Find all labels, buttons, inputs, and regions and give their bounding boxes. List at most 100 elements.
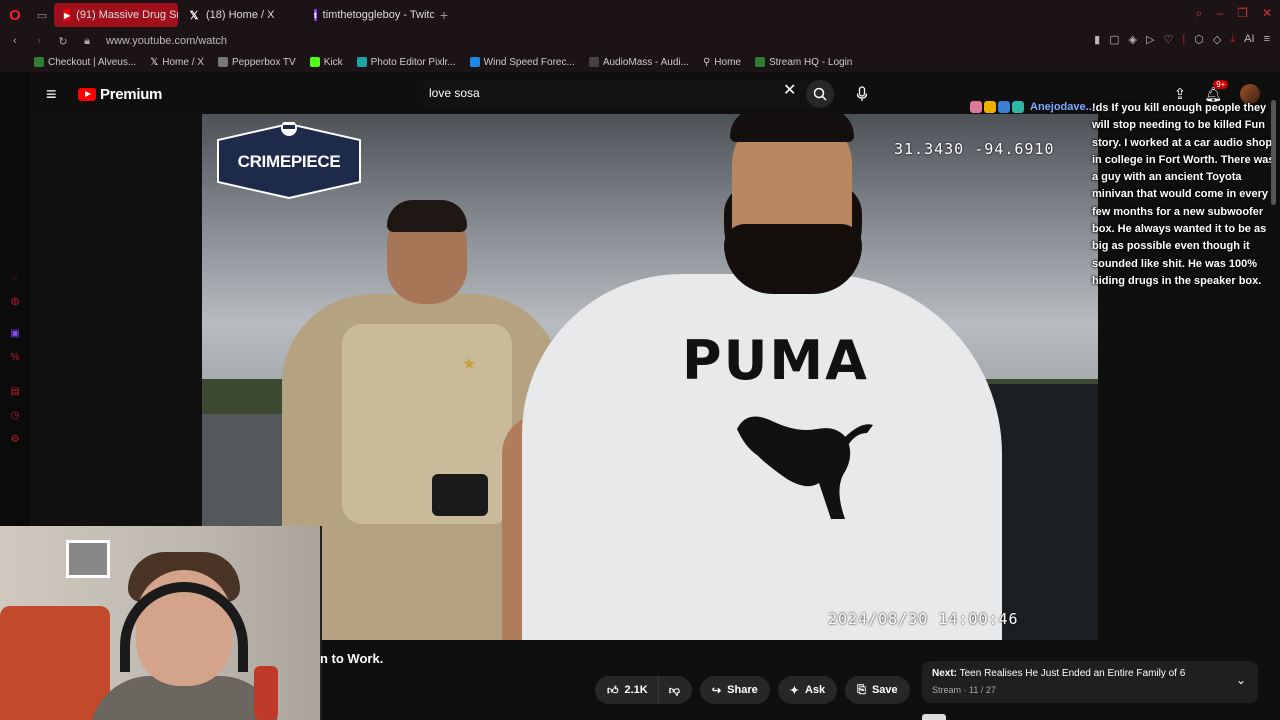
bookmark-favicon-icon (588, 57, 599, 67)
bookmark-label: Stream HQ - Login (768, 56, 853, 68)
bookmark-item[interactable]: Checkout | Alveus... (34, 57, 136, 68)
page-scrollbar[interactable] (1271, 100, 1276, 205)
like-button[interactable]: 👍︎ 2.1K (595, 676, 658, 704)
video-left-padding (30, 114, 202, 526)
bodycam-timestamp: 2024/08/30 14:00:46 (828, 610, 1019, 628)
tab-workspaces-icon[interactable]: ▭ (30, 0, 54, 30)
sidebar-social-icon[interactable]: ◍ (9, 296, 21, 308)
bodycam-coordinates: 31.3430 -94.6910 (894, 140, 1055, 158)
bookmark-label: Pepperbox TV (231, 56, 296, 68)
bookmark-item[interactable]: Stream HQ - Login (754, 56, 853, 68)
chat-username: Anejodave... (1030, 101, 1095, 113)
ai-button[interactable]: AI (1244, 33, 1254, 46)
save-button[interactable]: ⎘ Save (845, 676, 910, 704)
sidebar-settings-icon[interactable]: ⚙ (9, 434, 21, 446)
opera-logo-icon[interactable]: O (0, 0, 30, 30)
sidebar-twitch-icon[interactable]: ▣ (9, 328, 21, 340)
dislike-button[interactable]: 👎︎ (657, 676, 692, 704)
search-icon (813, 87, 827, 101)
bookmark-label: Home / X (162, 56, 204, 68)
bookmark-favicon-icon (469, 57, 480, 67)
bookmark-item[interactable]: 𝕏 Home / X (150, 57, 204, 68)
tab-x[interactable]: 𝕏 (18) Home / X (178, 3, 304, 27)
voice-search-button[interactable] (850, 80, 874, 108)
next-video-card[interactable]: Next: Teen Realises He Just Ended an Ent… (922, 661, 1258, 703)
share-button[interactable]: ↪ Share (699, 676, 770, 704)
bookmark-item[interactable]: Kick (309, 56, 343, 68)
search-button[interactable] (806, 80, 834, 108)
download-icon[interactable]: ⤓ (1230, 33, 1235, 46)
tab-youtube[interactable]: ▶ (91) Massive Drug Smuggl (54, 3, 178, 27)
bookmark-item[interactable]: Pepperbox TV (217, 56, 296, 68)
url-field[interactable]: www.youtube.com/watch (106, 35, 227, 47)
close-window-button[interactable]: ✕ (1262, 6, 1272, 21)
search-input[interactable] (429, 86, 769, 100)
share-label: Share (727, 684, 758, 696)
search-box (416, 80, 836, 108)
thumbs-down-icon: 👎︎ (668, 684, 680, 697)
search-clear-icon[interactable]: ✕ (783, 83, 796, 99)
emote-icon (984, 101, 996, 113)
new-tab-button[interactable]: + (440, 7, 448, 23)
channel-badge-text: CRIMEPIECE (237, 152, 341, 171)
bottom-chip (922, 714, 946, 720)
video-man: PUMA (502, 114, 1002, 640)
bookmark-favicon-icon (754, 57, 765, 67)
bookmark-icon[interactable]: ▮ (1094, 33, 1100, 46)
chevron-down-icon[interactable]: ⌄ (1236, 673, 1246, 687)
shield-icon[interactable]: ◈ (1129, 33, 1137, 46)
back-button[interactable]: ‹ (6, 35, 24, 47)
video-player[interactable]: ★ PUMA CRIMEPIECE 31.3430 -94.6910 2024/… (202, 114, 1098, 640)
tab-label: (18) Home / X (206, 9, 275, 21)
youtube-logo[interactable]: Premium (78, 86, 162, 103)
extensions-icon[interactable]: ⬡ (1194, 33, 1204, 46)
minimize-button[interactable]: – (1216, 6, 1223, 21)
bookmark-item[interactable]: Photo Editor Pixlr... (356, 56, 456, 68)
bookmark-label: Home (714, 56, 741, 68)
guide-menu-icon[interactable]: ≡ (46, 84, 62, 104)
thumbs-up-icon: 👍︎ (607, 684, 619, 697)
emote-icon (998, 101, 1010, 113)
sidebar-notes-icon[interactable]: ▤ (9, 386, 21, 398)
video-actions: 👍︎ 2.1K 👎︎ ↪ Share ✦ Ask ⎘ Save ••• (595, 676, 946, 704)
play-icon[interactable]: ▷ (1146, 33, 1154, 46)
video-title: n to Work. (320, 651, 384, 666)
bookmark-favicon-icon (217, 57, 228, 67)
menu-icon[interactable]: ≡ (1264, 33, 1270, 46)
bookmark-label: Kick (323, 56, 343, 68)
maximize-button[interactable]: ❐ (1237, 6, 1248, 21)
address-bar: ‹ › ↻ 🔒︎ www.youtube.com/watch ▮ ▢ ◈ ▷ ♡… (0, 30, 1280, 52)
bookmark-label: Photo Editor Pixlr... (370, 56, 456, 68)
bookmark-item[interactable]: Wind Speed Forec... (469, 57, 575, 68)
emote-icon (1012, 101, 1024, 113)
snapshot-icon[interactable]: ▢ (1109, 33, 1119, 46)
tab-label: (91) Massive Drug Smuggl (76, 9, 178, 21)
x-favicon-icon: 𝕏 (189, 9, 199, 22)
bookmark-label: Checkout | Alveus... (48, 56, 137, 68)
bookmark-item[interactable]: AudioMass - Audi... (588, 56, 689, 68)
heart-icon[interactable]: ♡ (1163, 33, 1173, 46)
sidebar-aria-icon[interactable]: ◌ (9, 272, 21, 284)
next-title-row: Next: Teen Realises He Just Ended an Ent… (932, 668, 1185, 679)
wall-frame (66, 540, 110, 578)
address-bar-tools: ▮ ▢ ◈ ▷ ♡ | ⬡ ◇ ⤓ AI ≡ (1094, 33, 1270, 46)
ask-button[interactable]: ✦ Ask (777, 676, 838, 704)
tab-twitch[interactable]: t timthetoggleboy - Twitch (304, 3, 434, 27)
sidebar-player-icon[interactable]: % (9, 352, 21, 364)
youtube-logo-text: Premium (100, 86, 163, 103)
youtube-play-icon (78, 88, 96, 101)
forward-button[interactable]: › (30, 35, 48, 47)
sparkle-icon: ✦ (789, 684, 799, 697)
sidebar-history-icon[interactable]: ◷ (9, 410, 21, 422)
bookmark-favicon-icon (309, 57, 320, 67)
bookmark-favicon-icon (356, 57, 367, 67)
bookmark-item[interactable]: ⚲ Home (703, 57, 741, 68)
search-tabs-icon[interactable]: ⌕ (1196, 6, 1203, 21)
bookmarks-bar: Checkout | Alveus... 𝕏 Home / X Pepperbox T… (0, 52, 1280, 72)
bookmark-label: AudioMass - Audi... (602, 56, 689, 68)
wallet-icon[interactable]: ◇ (1213, 33, 1221, 46)
bookmark-favicon-icon (34, 57, 44, 67)
like-count: 2.1K (624, 684, 648, 696)
reload-button[interactable]: ↻ (54, 35, 72, 48)
window-controls: ⌕ – ❐ ✕ (1196, 6, 1272, 21)
